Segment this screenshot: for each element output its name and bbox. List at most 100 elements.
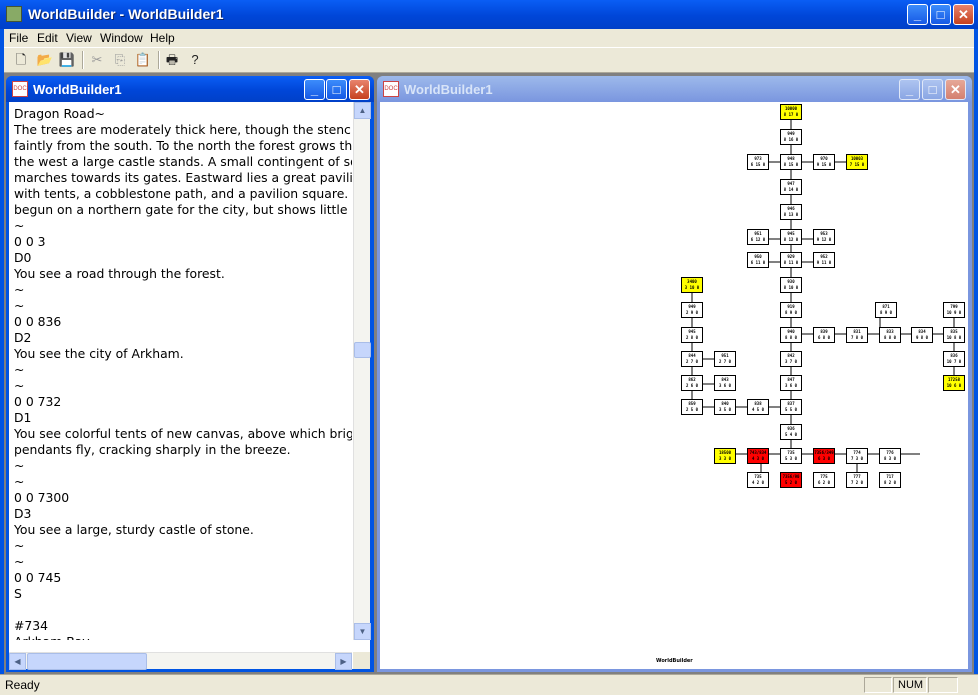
map-room[interactable]: 952 9 11 0 (813, 252, 835, 268)
map-room[interactable]: 950 6 11 0 (747, 252, 769, 268)
room-coords: 3 6 0 (718, 383, 732, 388)
text-window-maximize-button[interactable]: □ (326, 79, 347, 100)
map-window-close-button[interactable]: ✕ (945, 79, 966, 100)
map-room[interactable]: 777 7 2 0 (846, 472, 868, 488)
map-room[interactable]: 735 5 3 0 (780, 448, 802, 464)
cut-icon[interactable]: ✂ (88, 51, 106, 69)
save-icon[interactable]: 💾 (58, 51, 76, 69)
map-room[interactable]: 843 3 6 0 (714, 375, 736, 391)
scroll-left-arrow[interactable]: ◀ (9, 653, 26, 670)
map-room[interactable]: 936 5 4 0 (780, 424, 802, 440)
map-room[interactable]: 775 6 2 0 (813, 472, 835, 488)
text-window-title-bar[interactable]: DOC WorldBuilder1 _ □ ✕ (6, 76, 374, 102)
map-room[interactable]: 842 3 7 0 (780, 351, 802, 367)
room-coords: 2 7 0 (718, 359, 732, 364)
map-room[interactable]: 839 6 8 0 (813, 327, 835, 343)
map-room[interactable]: 973 6 15 0 (747, 154, 769, 170)
map-room[interactable]: 838 4 5 0 (747, 399, 769, 415)
map-room[interactable]: 953 9 12 0 (813, 229, 835, 245)
room-coords: 8 11 0 (783, 260, 799, 265)
toolbar-separator (158, 51, 160, 69)
minimize-button[interactable]: _ (907, 4, 928, 25)
map-room[interactable]: 834 9 8 0 (911, 327, 933, 343)
map-room[interactable]: 18500 3 3 0 (714, 448, 736, 464)
map-room[interactable]: 7356/349 6 3 0 (813, 448, 835, 464)
room-coords: 8 9 0 (784, 310, 798, 315)
map-window-maximize-button[interactable]: □ (922, 79, 943, 100)
text-line (14, 602, 352, 618)
app-title: WorldBuilder - WorldBuilder1 (28, 6, 224, 22)
map-room[interactable]: 735 4 2 0 (747, 472, 769, 488)
close-button[interactable]: ✕ (953, 4, 974, 25)
map-room[interactable]: 836 10 7 0 (943, 351, 965, 367)
vertical-scroll-thumb[interactable] (354, 342, 371, 358)
room-coords: 9 15 0 (816, 162, 832, 167)
map-window-title-bar[interactable]: DOC WorldBuilder1 _ □ ✕ (377, 76, 972, 102)
map-footer-label: WorldBuilder (656, 658, 693, 664)
status-ready-text: Ready (5, 678, 40, 692)
room-text-area[interactable]: Dragon Road~ The trees are moderately thi… (9, 102, 352, 640)
text-line: You see the city of Arkham. (14, 346, 184, 361)
map-room[interactable]: 837 5 5 0 (780, 399, 802, 415)
map-room[interactable]: 840 3 5 0 (714, 399, 736, 415)
map-room[interactable]: 835 10 8 0 (943, 327, 965, 343)
map-window-minimize-button[interactable]: _ (899, 79, 920, 100)
map-room[interactable]: 945 2 8 0 (681, 327, 703, 343)
map-room[interactable]: 940 8 8 0 (780, 327, 802, 343)
app-title-bar[interactable]: WorldBuilder - WorldBuilder1 _ □ ✕ (0, 0, 978, 29)
map-room[interactable]: 844 2 7 0 (681, 351, 703, 367)
scroll-up-arrow[interactable]: ▲ (354, 102, 371, 119)
paste-icon[interactable]: 📋 (134, 51, 152, 69)
menu-edit[interactable]: Edit (37, 31, 58, 45)
room-coords: 7 15 0 (849, 162, 865, 167)
open-folder-icon[interactable]: 📂 (36, 51, 54, 69)
map-room[interactable]: 951 6 12 0 (747, 229, 769, 245)
help-icon[interactable]: ? (186, 51, 204, 69)
map-room[interactable]: 17258 10 6 0 (943, 375, 965, 391)
map-room[interactable]: 847 3 6 0 (780, 375, 802, 391)
new-file-icon[interactable]: 🗋 (12, 51, 30, 69)
scroll-right-arrow[interactable]: ▶ (335, 653, 352, 670)
map-room[interactable]: 945 8 12 0 (780, 229, 802, 245)
menu-help[interactable]: Help (150, 31, 175, 45)
map-room[interactable]: 871 8 9 0 (875, 302, 897, 318)
map-room[interactable]: 930 8 10 0 (780, 277, 802, 293)
text-window-close-button[interactable]: ✕ (349, 79, 370, 100)
menu-view[interactable]: View (66, 31, 92, 45)
scroll-down-arrow[interactable]: ▼ (354, 623, 371, 640)
map-room[interactable]: 859 2 5 0 (681, 399, 703, 415)
map-room[interactable]: 951 2 7 0 (714, 351, 736, 367)
map-room[interactable]: 7356/90 5 2 0 (780, 472, 802, 488)
maximize-button[interactable]: □ (930, 4, 951, 25)
room-coords: 8 16 0 (783, 137, 799, 142)
map-room[interactable]: 774 7 3 0 (846, 448, 868, 464)
vertical-scrollbar[interactable]: ▲ ▼ (353, 102, 371, 640)
text-window-minimize-button[interactable]: _ (304, 79, 325, 100)
map-room[interactable]: 949 2 9 0 (681, 302, 703, 318)
map-room[interactable]: 946 8 13 0 (780, 204, 802, 220)
map-room[interactable]: 970 9 15 0 (813, 154, 835, 170)
menu-window[interactable]: Window (100, 31, 143, 45)
map-room[interactable]: 949 8 16 0 (780, 129, 802, 145)
map-room[interactable]: 10000 8 17 0 (780, 104, 802, 120)
map-room[interactable]: 948 8 15 0 (780, 154, 802, 170)
map-canvas[interactable]: 10000 8 17 0 949 8 16 0 973 6 15 0 948 8 15 0 97… (380, 102, 968, 669)
map-room[interactable]: 743/834 4 3 0 (747, 448, 769, 464)
map-room[interactable]: 717 8 2 0 (879, 472, 901, 488)
map-room[interactable]: 919 8 9 0 (780, 302, 802, 318)
copy-icon[interactable]: ⎘ (111, 51, 129, 69)
map-room[interactable]: 929 8 11 0 (780, 252, 802, 268)
menu-file[interactable]: File (9, 31, 28, 45)
print-icon[interactable]: 🖶 (163, 51, 181, 69)
map-room[interactable]: 776 8 3 0 (879, 448, 901, 464)
map-room[interactable]: 3400 3 10 0 (681, 277, 703, 293)
horizontal-scrollbar[interactable]: ◀ ▶ (9, 652, 352, 670)
horizontal-scroll-thumb[interactable] (27, 653, 147, 670)
map-room[interactable]: 833 8 8 0 (879, 327, 901, 343)
map-room[interactable]: 831 7 8 0 (846, 327, 868, 343)
map-room[interactable]: 947 8 14 0 (780, 179, 802, 195)
map-room[interactable]: 862 2 6 0 (681, 375, 703, 391)
map-room[interactable]: 10003 7 15 0 (846, 154, 868, 170)
room-coords: 8 2 0 (883, 480, 897, 485)
map-room[interactable]: 799 10 9 0 (943, 302, 965, 318)
